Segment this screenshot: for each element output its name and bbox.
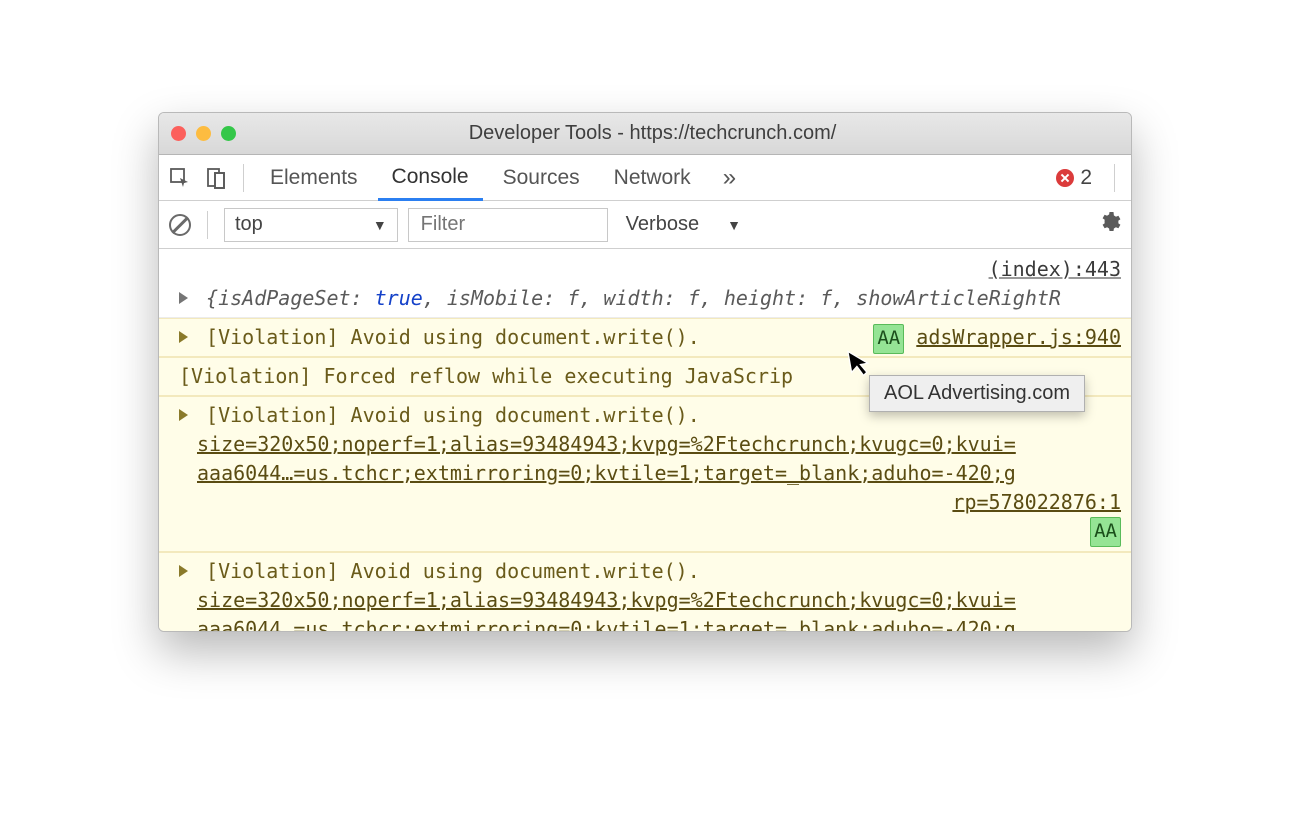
window-title: Developer Tools - https://techcrunch.com… bbox=[186, 122, 1119, 145]
close-icon[interactable] bbox=[171, 126, 186, 141]
log-object: {isAdPageSet: true, isMobile: f, width: … bbox=[206, 286, 1061, 310]
console-output: (index):443 {isAdPageSet: true, isMobile… bbox=[159, 249, 1131, 631]
tab-elements[interactable]: Elements bbox=[256, 155, 372, 200]
log-row[interactable]: AA adsWrapper.js:940 [Violation] Avoid u… bbox=[159, 318, 1131, 357]
clear-console-icon[interactable] bbox=[169, 214, 191, 236]
log-row[interactable]: [Violation] Avoid using document.write()… bbox=[159, 396, 1131, 552]
tabs-overflow-icon[interactable]: » bbox=[711, 164, 748, 192]
log-message: [Violation] Forced reflow while executin… bbox=[179, 364, 793, 388]
console-toolbar: top ▼ Verbose ▼ bbox=[159, 201, 1131, 249]
tabbar: Elements Console Sources Network » 2 bbox=[159, 155, 1131, 201]
source-link[interactable]: rp=578022876:1 bbox=[179, 488, 1121, 517]
divider bbox=[1114, 164, 1115, 192]
log-row[interactable]: (index):443 {isAdPageSet: true, isMobile… bbox=[159, 249, 1131, 318]
log-message: [Violation] Avoid using document.write()… bbox=[206, 403, 700, 427]
source-link[interactable]: size=320x50;noperf=1;alias=93484943;kvpg… bbox=[179, 586, 1121, 615]
source-link[interactable]: size=320x50;noperf=1;alias=93484943;kvpg… bbox=[179, 430, 1121, 459]
device-toggle-icon[interactable] bbox=[201, 163, 231, 193]
divider bbox=[243, 164, 244, 192]
expand-arrow-icon[interactable] bbox=[179, 331, 188, 343]
divider bbox=[207, 211, 208, 239]
filter-input[interactable] bbox=[408, 208, 608, 242]
settings-icon[interactable] bbox=[1097, 210, 1121, 239]
tab-sources[interactable]: Sources bbox=[489, 155, 594, 200]
error-count: 2 bbox=[1080, 166, 1092, 190]
source-link[interactable]: aaa6044…=us.tchcr;extmirroring=0;kvtile=… bbox=[179, 615, 1121, 631]
expand-arrow-icon[interactable] bbox=[179, 292, 188, 304]
expand-arrow-icon[interactable] bbox=[179, 409, 188, 421]
log-message: [Violation] Avoid using document.write()… bbox=[206, 559, 700, 583]
source-link[interactable]: aaa6044…=us.tchcr;extmirroring=0;kvtile=… bbox=[179, 459, 1121, 488]
log-row[interactable]: [Violation] Avoid using document.write()… bbox=[159, 552, 1131, 631]
log-message: [Violation] Avoid using document.write()… bbox=[206, 325, 700, 349]
source-link[interactable]: (index):443 bbox=[989, 255, 1121, 284]
titlebar: Developer Tools - https://techcrunch.com… bbox=[159, 113, 1131, 155]
chevron-down-icon: ▼ bbox=[373, 217, 387, 233]
inspect-element-icon[interactable] bbox=[165, 163, 195, 193]
chevron-down-icon: ▼ bbox=[727, 217, 741, 233]
context-dropdown[interactable]: top ▼ bbox=[224, 208, 398, 242]
error-count-badge[interactable]: 2 bbox=[1056, 166, 1102, 190]
devtools-window: Developer Tools - https://techcrunch.com… bbox=[158, 112, 1132, 632]
context-value: top bbox=[235, 213, 263, 236]
badge-tooltip: AOL Advertising.com bbox=[869, 375, 1085, 412]
error-icon bbox=[1056, 169, 1074, 187]
thirdparty-badge[interactable]: AA bbox=[1090, 517, 1121, 547]
log-level-value: Verbose bbox=[626, 213, 699, 236]
tab-console[interactable]: Console bbox=[378, 156, 483, 201]
expand-arrow-icon[interactable] bbox=[179, 565, 188, 577]
source-link[interactable]: adsWrapper.js:940 bbox=[916, 325, 1121, 349]
tab-network[interactable]: Network bbox=[600, 155, 705, 200]
log-level-dropdown[interactable]: Verbose ▼ bbox=[626, 213, 741, 236]
thirdparty-badge[interactable]: AA bbox=[873, 324, 904, 354]
